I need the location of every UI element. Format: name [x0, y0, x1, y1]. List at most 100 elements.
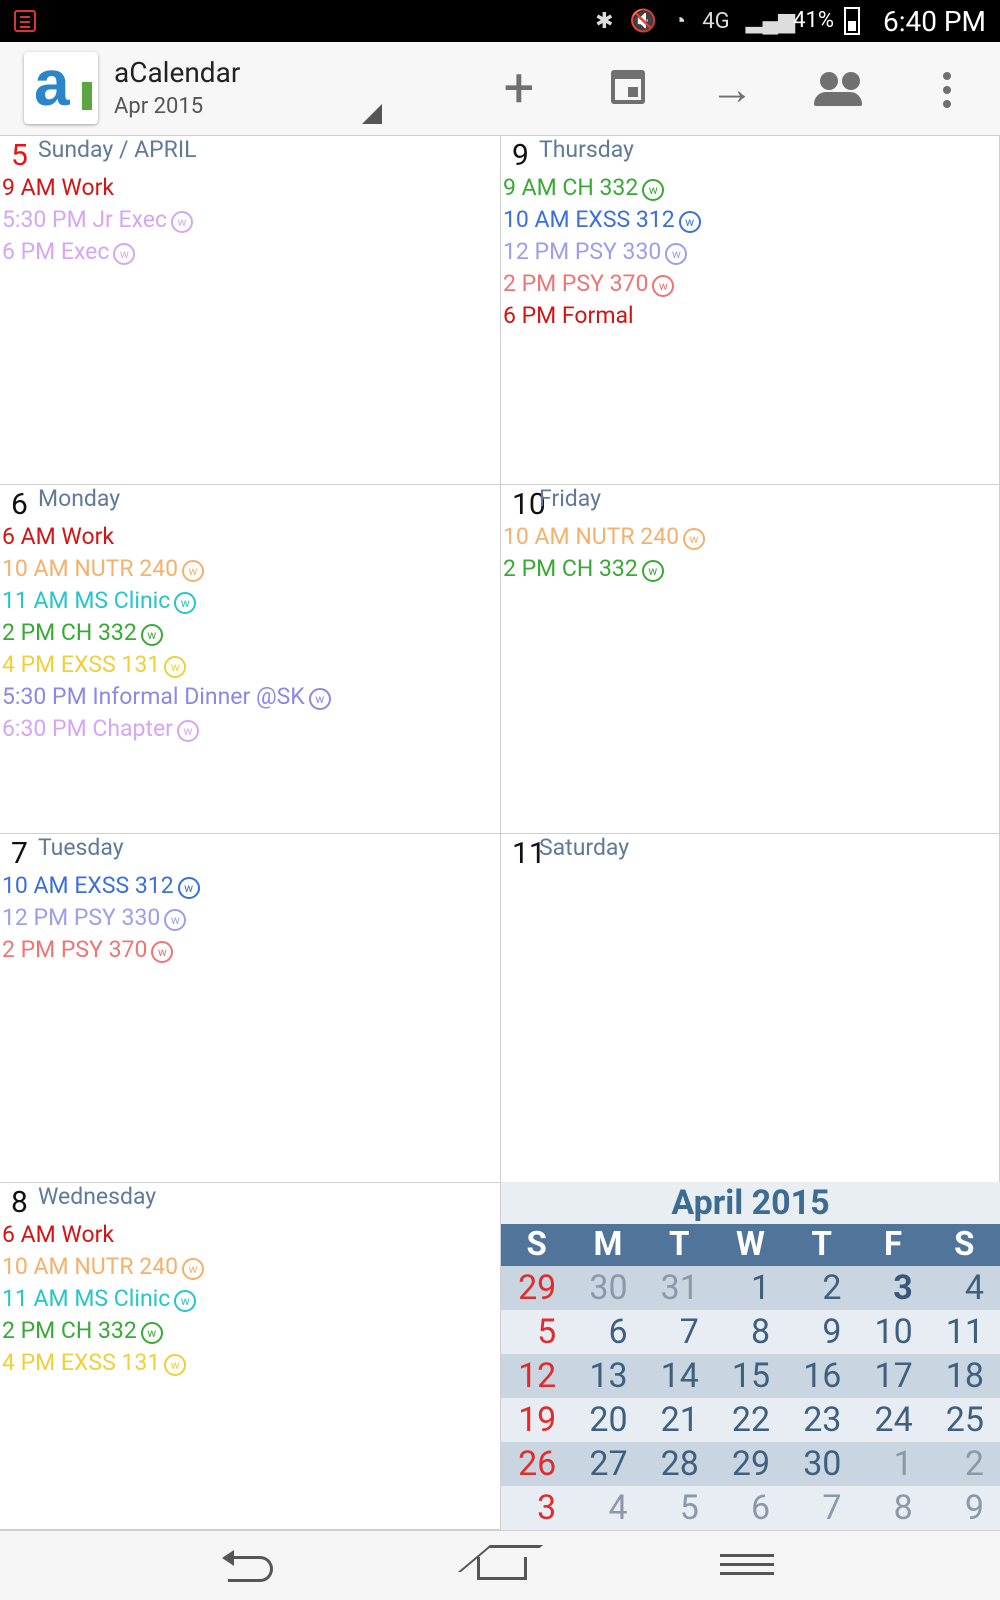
- calendar-event[interactable]: 4 PM EXSS 131 w: [0, 649, 500, 681]
- calendar-event[interactable]: 5:30 PM Informal Dinner @SK w: [0, 681, 500, 713]
- mini-calendar-day[interactable]: 5: [501, 1310, 572, 1354]
- menu-button[interactable]: [720, 1545, 774, 1587]
- day-cell-5[interactable]: 5 Sunday / APRIL 9 AM Work 5:30 PM Jr Exec…: [0, 136, 501, 485]
- mini-calendar-day[interactable]: 25: [929, 1398, 1000, 1442]
- calendar-event[interactable]: 11 AM MS Clinic w: [0, 1283, 500, 1315]
- overflow-menu-button[interactable]: [923, 64, 973, 114]
- day-cell-6[interactable]: 6 Monday 6 AM Work 10 AM NUTR 240 w 11 AM MS…: [0, 485, 501, 834]
- mini-calendar-day[interactable]: 6: [572, 1310, 643, 1354]
- mini-calendar-day[interactable]: 1: [715, 1266, 786, 1310]
- mini-calendar-day[interactable]: 18: [929, 1354, 1000, 1398]
- calendar-event[interactable]: 6 PM Formal: [501, 300, 999, 332]
- calendar-event[interactable]: 2 PM CH 332 w: [0, 617, 500, 649]
- mini-calendar-day[interactable]: 20: [572, 1398, 643, 1442]
- current-month-dropdown[interactable]: Apr 2015: [114, 94, 203, 119]
- mini-calendar-week-row: 5 6 7 8 9 10 11: [501, 1310, 1000, 1354]
- calendar-event[interactable]: 10 AM EXSS 312 w: [501, 204, 999, 236]
- mini-calendar-day[interactable]: 29: [715, 1442, 786, 1486]
- mini-calendar-day[interactable]: 9: [929, 1486, 1000, 1530]
- wifi-icon: ◔: [672, 9, 687, 34]
- calendar-event[interactable]: 5:30 PM Jr Exec w: [0, 204, 500, 236]
- calendar-event[interactable]: 10 AM NUTR 240 w: [0, 553, 500, 585]
- calendar-event[interactable]: 10 AM NUTR 240 w: [501, 521, 999, 553]
- day-cell-10[interactable]: 10 Friday 10 AM NUTR 240 w 2 PM CH 332 w: [501, 485, 1000, 834]
- calendar-event[interactable]: 6 PM Exec w: [0, 236, 500, 268]
- home-button[interactable]: [466, 1545, 532, 1587]
- add-event-button[interactable]: +: [494, 62, 544, 116]
- back-button[interactable]: [222, 1545, 280, 1587]
- mini-calendar-day[interactable]: 9: [786, 1310, 857, 1354]
- day-cell-7[interactable]: 7 Tuesday 10 AM EXSS 312 w 12 PM PSY 330 w 2 …: [0, 834, 501, 1183]
- mini-calendar-day[interactable]: 27: [572, 1442, 643, 1486]
- mini-calendar-day[interactable]: 19: [501, 1398, 572, 1442]
- calendar-event[interactable]: 9 AM CH 332 w: [501, 172, 999, 204]
- today-button[interactable]: [603, 64, 653, 114]
- calendar-event[interactable]: 6 AM Work: [0, 521, 500, 553]
- calendar-event[interactable]: 2 PM PSY 370 w: [0, 934, 500, 966]
- web-sync-icon: w: [641, 560, 664, 582]
- day-cell-8[interactable]: 8 Wednesday 6 AM Work 10 AM NUTR 240 w 11 AM…: [0, 1183, 501, 1530]
- mini-calendar-day[interactable]: 8: [715, 1310, 786, 1354]
- calendar-event[interactable]: 9 AM Work: [0, 172, 500, 204]
- mini-calendar-day[interactable]: 6: [715, 1486, 786, 1530]
- web-sync-icon: w: [182, 1258, 205, 1280]
- mini-month-calendar[interactable]: April 2015 S M T W T F S 29 30 31 1 2 3 4 5 6 7 8 9…: [501, 1182, 1000, 1530]
- day-cell-9[interactable]: 9 Thursday 9 AM CH 332 w 10 AM EXSS 312 w 12 …: [501, 136, 1000, 485]
- event-title: 12 PM PSY 330: [2, 904, 161, 931]
- calendar-event[interactable]: 12 PM PSY 330 w: [0, 902, 500, 934]
- mini-calendar-day[interactable]: 24: [857, 1398, 928, 1442]
- mini-calendar-day[interactable]: 29: [501, 1266, 572, 1310]
- mini-calendar-day[interactable]: 10: [857, 1310, 928, 1354]
- mini-calendar-day[interactable]: 7: [786, 1486, 857, 1530]
- mini-calendar-day[interactable]: 4: [572, 1486, 643, 1530]
- web-sync-icon: w: [164, 1354, 187, 1376]
- day-number: 6: [11, 487, 28, 522]
- web-sync-icon: w: [177, 877, 200, 899]
- calendar-event[interactable]: 12 PM PSY 330 w: [501, 236, 999, 268]
- mini-calendar-day[interactable]: 1: [857, 1442, 928, 1486]
- mini-calendar-day[interactable]: 11: [929, 1310, 1000, 1354]
- mini-calendar-day[interactable]: 13: [572, 1354, 643, 1398]
- calendar-event[interactable]: 2 PM CH 332 w: [501, 553, 999, 585]
- calendar-event[interactable]: 6:30 PM Chapter w: [0, 713, 500, 745]
- mini-calendar-day[interactable]: 3: [857, 1266, 928, 1310]
- mini-calendar-day[interactable]: 16: [786, 1354, 857, 1398]
- mini-calendar-day[interactable]: 4: [929, 1266, 1000, 1310]
- mini-calendar-day[interactable]: 12: [501, 1354, 572, 1398]
- calendar-event[interactable]: 2 PM CH 332 w: [0, 1315, 500, 1347]
- web-sync-icon: w: [683, 528, 706, 550]
- mini-calendar-day[interactable]: 23: [786, 1398, 857, 1442]
- web-sync-icon: w: [176, 720, 199, 742]
- app-logo[interactable]: a: [24, 47, 98, 124]
- calendar-event[interactable]: 10 AM EXSS 312 w: [0, 870, 500, 902]
- mini-calendar-day[interactable]: 28: [644, 1442, 715, 1486]
- mini-calendar-day[interactable]: 22: [715, 1398, 786, 1442]
- mini-calendar-weekday-header: S M T W T F S: [501, 1224, 1000, 1266]
- mini-calendar-day[interactable]: 2: [786, 1266, 857, 1310]
- app-title: aCalendar: [114, 56, 241, 89]
- mini-calendar-day[interactable]: 31: [644, 1266, 715, 1310]
- mini-calendar-day[interactable]: 21: [644, 1398, 715, 1442]
- day-cell-11[interactable]: 11 Saturday: [501, 834, 1000, 1183]
- mini-calendar-day[interactable]: 15: [715, 1354, 786, 1398]
- mini-calendar-day[interactable]: 17: [857, 1354, 928, 1398]
- go-to-date-button[interactable]: →: [707, 64, 757, 114]
- mini-calendar-title: April 2015: [501, 1182, 1000, 1224]
- mini-calendar-day[interactable]: 14: [644, 1354, 715, 1398]
- dropdown-corner-icon[interactable]: [362, 104, 382, 124]
- mini-calendar-day[interactable]: 26: [501, 1442, 572, 1486]
- contacts-button[interactable]: [814, 64, 864, 114]
- calendar-event[interactable]: 2 PM PSY 370 w: [501, 268, 999, 300]
- mini-calendar-day[interactable]: 5: [644, 1486, 715, 1530]
- calendar-event[interactable]: 11 AM MS Clinic w: [0, 585, 500, 617]
- mini-calendar-day[interactable]: 2: [929, 1442, 1000, 1486]
- mini-calendar-day[interactable]: 30: [572, 1266, 643, 1310]
- mini-calendar-day[interactable]: 3: [501, 1486, 572, 1530]
- mini-calendar-day[interactable]: 7: [644, 1310, 715, 1354]
- calendar-event[interactable]: 6 AM Work: [0, 1219, 500, 1251]
- mini-calendar-week-row: 12 13 14 15 16 17 18: [501, 1354, 1000, 1398]
- mini-calendar-day[interactable]: 8: [857, 1486, 928, 1530]
- calendar-event[interactable]: 10 AM NUTR 240 w: [0, 1251, 500, 1283]
- mini-calendar-day[interactable]: 30: [786, 1442, 857, 1486]
- calendar-event[interactable]: 4 PM EXSS 131 w: [0, 1347, 500, 1379]
